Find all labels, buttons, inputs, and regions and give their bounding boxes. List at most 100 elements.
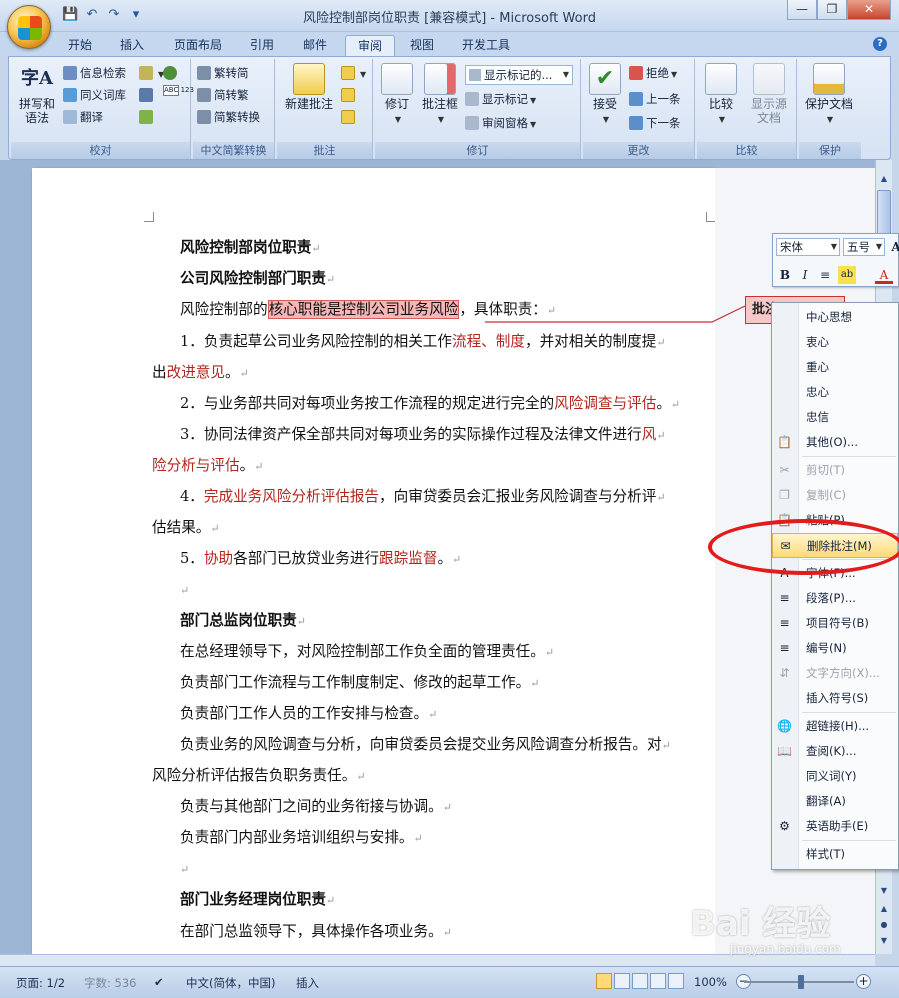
balloons-button[interactable]: 批注框 ▼: [419, 63, 461, 127]
research-label: 信息检索: [80, 66, 126, 80]
language-indicator[interactable]: 中文(简体，中国): [186, 975, 275, 991]
bold-icon[interactable]: B: [776, 266, 794, 284]
reviewing-pane-button[interactable]: 审阅窗格 ▼: [465, 113, 536, 133]
chevron-down-icon: ▼: [437, 115, 445, 124]
display-for-review-select[interactable]: 显示标记的... ▼: [465, 65, 573, 85]
context-menu-item[interactable]: 忠信: [772, 405, 898, 430]
zoom-in-icon[interactable]: +: [856, 974, 871, 989]
tab-references[interactable]: 引用: [238, 35, 286, 56]
context-menu-item[interactable]: 重心: [772, 355, 898, 380]
context-menu-item[interactable]: 插入符号(S): [772, 686, 898, 711]
compare-button[interactable]: 比较 ▼: [699, 63, 743, 127]
thesaurus-button[interactable]: 同义词库: [63, 85, 126, 105]
mini-font-select[interactable]: 宋体 ▼: [776, 238, 840, 256]
to-traditional-button[interactable]: 简转繁: [197, 85, 249, 105]
show-source-button[interactable]: 显示源文档: [745, 63, 793, 125]
previous-change-button[interactable]: 上一条: [629, 89, 681, 109]
font-color-icon[interactable]: A: [875, 266, 893, 284]
spelling-button[interactable]: 字A 拼写和语法: [15, 63, 59, 125]
tab-insert[interactable]: 插入: [108, 35, 156, 56]
tab-view[interactable]: 视图: [398, 35, 446, 56]
context-menu-item[interactable]: ≡ 项目符号(B): [772, 611, 898, 636]
mini-toolbar: 宋体 ▼ 五号 ▼ A B I ≡ ab A: [772, 233, 899, 287]
context-menu-item[interactable]: 翻译(A): [772, 789, 898, 814]
spelling-icon: 字A: [21, 68, 53, 89]
full-screen-reading-icon[interactable]: [614, 973, 630, 989]
new-comment-button[interactable]: 新建批注: [279, 63, 339, 111]
close-button[interactable]: ✕: [847, 0, 891, 20]
lookup-button[interactable]: [139, 107, 156, 127]
new-comment-label: 新建批注: [284, 97, 333, 111]
context-menu-item[interactable]: ⚙ 英语助手(E): [772, 814, 898, 839]
next-change-button[interactable]: 下一条: [629, 113, 681, 133]
context-menu-item[interactable]: 📖 查阅(K)...: [772, 739, 898, 764]
menu-item-icon: ≡: [779, 616, 790, 630]
italic-icon[interactable]: I: [796, 266, 814, 284]
window-title: 风险控制部岗位职责 [兼容模式] - Microsoft Word: [303, 11, 596, 26]
tab-review[interactable]: 审阅: [345, 35, 396, 56]
context-menu-item[interactable]: 同义词(Y): [772, 764, 898, 789]
next-comment-button[interactable]: [341, 107, 358, 127]
thesaurus-label: 同义词库: [80, 88, 126, 102]
translate-icon: [63, 110, 77, 124]
context-menu-item[interactable]: 🌐 超链接(H)...: [772, 714, 898, 739]
insert-mode[interactable]: 插入: [296, 975, 319, 991]
zoom-slider-thumb[interactable]: [798, 975, 804, 989]
accept-button[interactable]: ✔ 接受 ▼: [585, 63, 625, 127]
translate-button[interactable]: 翻译: [63, 107, 103, 127]
delete-comment-button[interactable]: ▼: [341, 63, 366, 83]
word-count-button[interactable]: ABC 123: [163, 85, 194, 105]
tab-page-layout[interactable]: 页面布局: [162, 35, 234, 56]
to-simplified-label: 繁转简: [214, 66, 249, 80]
align-center-icon[interactable]: ≡: [816, 266, 834, 284]
proofing-status-icon[interactable]: ✔: [154, 975, 164, 989]
page-indicator[interactable]: 页面: 1/2: [16, 975, 65, 991]
tab-mailings[interactable]: 邮件: [291, 35, 339, 56]
chinese-convert-button[interactable]: 简繁转换: [197, 107, 260, 127]
reviewing-pane-label: 审阅窗格: [482, 116, 528, 130]
translation-tip-button[interactable]: [163, 63, 180, 83]
protect-document-button[interactable]: 保护文档 ▼: [801, 63, 857, 127]
zoom-level[interactable]: 100%: [694, 975, 727, 989]
context-menu-item[interactable]: ≡ 编号(N): [772, 636, 898, 661]
set-language-button[interactable]: ▼: [139, 63, 164, 83]
accept-label: 接受: [592, 97, 617, 111]
mini-size-select[interactable]: 五号 ▼: [843, 238, 885, 256]
reject-icon: [629, 66, 643, 80]
delete-comment-icon: [341, 66, 355, 80]
menu-item-label: 复制(C): [806, 488, 847, 502]
to-simplified-button[interactable]: 繁转简: [197, 63, 249, 83]
reject-button[interactable]: 拒绝 ▼: [629, 63, 677, 83]
context-menu-item[interactable]: 📋 其他(O)...: [772, 430, 898, 455]
track-changes-button[interactable]: 修订 ▼: [377, 63, 417, 127]
ribbon-tabs: 开始 插入 页面布局 引用 邮件 审阅 视图 开发工具 ?: [0, 32, 899, 56]
grow-font-icon[interactable]: A: [887, 238, 899, 256]
tab-home[interactable]: 开始: [56, 35, 104, 56]
ribbon-review: 字A 拼写和语法 信息检索 同义词库 翻译 ▼ ABC 123 校对 繁转简 简…: [8, 56, 891, 160]
draft-view-icon[interactable]: [668, 973, 684, 989]
outline-view-icon[interactable]: [650, 973, 666, 989]
previous-comment-button[interactable]: [341, 85, 358, 105]
next-comment-icon: [341, 110, 355, 124]
research-button[interactable]: 信息检索: [63, 63, 126, 83]
restore-button[interactable]: ❐: [817, 0, 847, 20]
context-menu-item[interactable]: 中心思想: [772, 305, 898, 330]
show-markup-button[interactable]: 显示标记 ▼: [465, 89, 536, 109]
word-count[interactable]: 字数: 536: [84, 975, 136, 991]
scroll-up-icon[interactable]: ▲: [877, 172, 891, 186]
parental-button[interactable]: [139, 85, 156, 105]
context-menu-item[interactable]: 忠心: [772, 380, 898, 405]
print-layout-view-icon[interactable]: [596, 973, 612, 989]
track-changes-label: 修订: [384, 97, 409, 111]
tab-developer[interactable]: 开发工具: [450, 35, 522, 56]
office-button[interactable]: [7, 5, 51, 49]
context-menu-item[interactable]: 衷心: [772, 330, 898, 355]
help-icon[interactable]: ?: [873, 37, 887, 51]
context-menu-item[interactable]: ≡ 段落(P)...: [772, 586, 898, 611]
web-layout-icon[interactable]: [632, 973, 648, 989]
highlight-icon[interactable]: ab: [838, 266, 856, 284]
context-menu-item[interactable]: 样式(T): [772, 842, 898, 867]
menu-item-label: 查阅(K)...: [806, 744, 857, 758]
show-source-icon: [753, 63, 785, 95]
minimize-button[interactable]: —: [787, 0, 817, 20]
